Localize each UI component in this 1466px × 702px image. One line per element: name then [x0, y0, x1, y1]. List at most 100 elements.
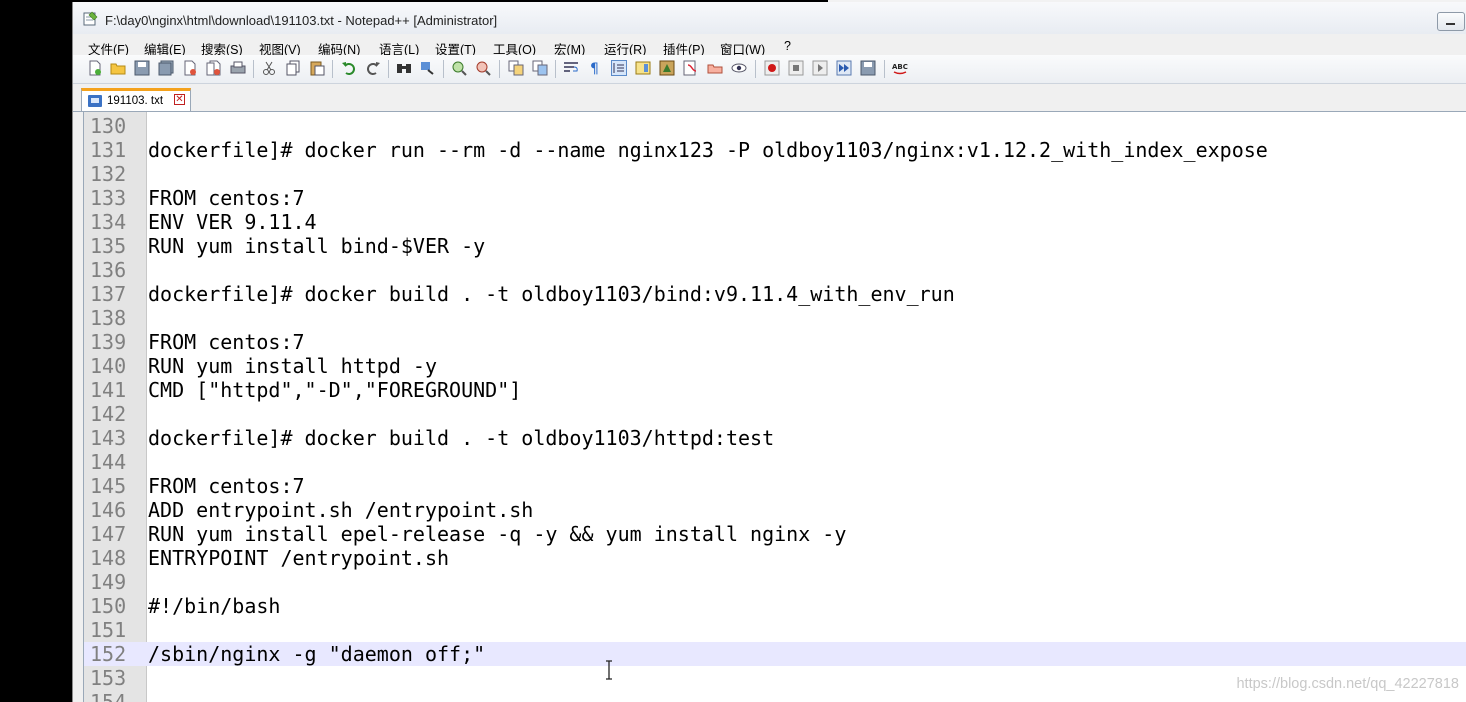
spellcheck-icon[interactable]: ABC	[892, 60, 908, 76]
zoom-out-icon[interactable]	[475, 60, 491, 76]
code-line[interactable]: 134 ENV VER 9.11.4	[84, 210, 1466, 234]
line-number: 152	[90, 642, 127, 666]
play-macro-icon[interactable]	[812, 60, 828, 76]
copy-icon[interactable]	[285, 60, 301, 76]
code-line[interactable]: 151	[84, 618, 1466, 642]
save-macro-icon[interactable]	[860, 60, 876, 76]
tab-191103-txt[interactable]: 191103. txt ✕	[81, 88, 191, 111]
code-line[interactable]: 145 FROM centos:7	[84, 474, 1466, 498]
code-line[interactable]: 143 dockerfile]# docker build . -t oldboy…	[84, 426, 1466, 450]
sync-horizontal-icon[interactable]	[532, 60, 548, 76]
toolbar-separator	[755, 60, 756, 78]
save-icon[interactable]	[134, 60, 150, 76]
open-file-icon[interactable]	[110, 60, 126, 76]
zoom-in-icon[interactable]	[451, 60, 467, 76]
line-number: 147	[90, 522, 127, 546]
code-line[interactable]: 138	[84, 306, 1466, 330]
line-text[interactable]: FROM centos:7	[148, 330, 305, 354]
stop-macro-icon[interactable]	[788, 60, 804, 76]
show-all-chars-icon[interactable]: ¶	[587, 60, 603, 76]
line-text[interactable]: /sbin/nginx -g "daemon off;"	[148, 642, 485, 666]
toolbar-separator	[884, 60, 885, 78]
line-number: 139	[90, 330, 127, 354]
line-text[interactable]: #!/bin/bash	[148, 594, 280, 618]
folder-workspace-icon[interactable]	[683, 60, 699, 76]
code-line[interactable]: 146 ADD entrypoint.sh /entrypoint.sh	[84, 498, 1466, 522]
code-line[interactable]: 150 #!/bin/bash	[84, 594, 1466, 618]
line-text[interactable]: FROM centos:7	[148, 474, 305, 498]
code-line[interactable]: 144	[84, 450, 1466, 474]
line-text[interactable]: ENV VER 9.11.4	[148, 210, 317, 234]
print-icon[interactable]	[230, 60, 246, 76]
line-number: 141	[90, 378, 127, 402]
close-all-icon[interactable]	[206, 60, 222, 76]
code-line[interactable]: 142	[84, 402, 1466, 426]
doc-map-icon[interactable]	[635, 60, 651, 76]
code-line[interactable]: 141 CMD ["httpd","-D","FOREGROUND"]	[84, 378, 1466, 402]
toolbar-separator	[388, 60, 389, 78]
code-line[interactable]: 140 RUN yum install httpd -y	[84, 354, 1466, 378]
notepadpp-icon	[83, 11, 98, 26]
line-number: 154	[90, 690, 127, 702]
code-line[interactable]: 139 FROM centos:7	[84, 330, 1466, 354]
svg-text:¶: ¶	[590, 61, 599, 76]
record-macro-icon[interactable]	[764, 60, 780, 76]
line-number: 137	[90, 282, 127, 306]
minimize-button[interactable]	[1437, 12, 1465, 31]
line-number: 145	[90, 474, 127, 498]
line-number: 146	[90, 498, 127, 522]
line-number: 142	[90, 402, 127, 426]
word-wrap-icon[interactable]	[563, 60, 579, 76]
title-bar[interactable]: F:\day0\nginx\html\download\191103.txt -…	[73, 2, 1466, 34]
line-text[interactable]: dockerfile]# docker build . -t oldboy110…	[148, 282, 955, 306]
new-file-icon[interactable]	[87, 60, 103, 76]
code-line[interactable]: 137 dockerfile]# docker build . -t oldboy…	[84, 282, 1466, 306]
paste-icon[interactable]	[309, 60, 325, 76]
code-line[interactable]: 131 dockerfile]# docker run --rm -d --nam…	[84, 138, 1466, 162]
code-line[interactable]: 132	[84, 162, 1466, 186]
editor-area[interactable]: 130 131 dockerfile]# docker run --rm -d --…	[83, 112, 1466, 702]
line-number: 151	[90, 618, 127, 642]
line-text[interactable]: dockerfile]# docker build . -t oldboy110…	[148, 426, 774, 450]
line-text[interactable]: FROM centos:7	[148, 186, 305, 210]
watermark: https://blog.csdn.net/qq_42227818	[1236, 676, 1459, 692]
toolbar-separator	[499, 60, 500, 78]
redo-icon[interactable]	[365, 60, 381, 76]
line-text[interactable]: CMD ["httpd","-D","FOREGROUND"]	[148, 378, 521, 402]
menu-help[interactable]: ?	[784, 39, 791, 53]
file-saved-icon	[88, 95, 102, 107]
indent-guide-icon[interactable]	[611, 60, 627, 76]
line-number: 134	[90, 210, 127, 234]
save-all-icon[interactable]	[158, 60, 174, 76]
line-text[interactable]: RUN yum install bind-$VER -y	[148, 234, 485, 258]
line-text[interactable]: ENTRYPOINT /entrypoint.sh	[148, 546, 449, 570]
line-text[interactable]: RUN yum install httpd -y	[148, 354, 437, 378]
tab-close-icon[interactable]: ✕	[174, 94, 185, 105]
code-line[interactable]: 136	[84, 258, 1466, 282]
code-line[interactable]: 133 FROM centos:7	[84, 186, 1466, 210]
code-line[interactable]: 152/sbin/nginx -g "daemon off;"	[84, 642, 1466, 666]
sync-vertical-icon[interactable]	[508, 60, 524, 76]
code-line[interactable]: 130	[84, 114, 1466, 138]
code-line[interactable]: 148 ENTRYPOINT /entrypoint.sh	[84, 546, 1466, 570]
line-text[interactable]: ADD entrypoint.sh /entrypoint.sh	[148, 498, 533, 522]
close-icon[interactable]	[182, 60, 198, 76]
monitor-icon[interactable]	[707, 60, 723, 76]
code-line[interactable]: 147 RUN yum install epel-release -q -y &&…	[84, 522, 1466, 546]
line-number: 149	[90, 570, 127, 594]
line-text[interactable]: RUN yum install epel-release -q -y && yu…	[148, 522, 846, 546]
undo-icon[interactable]	[341, 60, 357, 76]
toolbar-separator	[555, 60, 556, 78]
line-text[interactable]: dockerfile]# docker run --rm -d --name n…	[148, 138, 1268, 162]
code-line[interactable]: 135 RUN yum install bind-$VER -y	[84, 234, 1466, 258]
line-number: 138	[90, 306, 127, 330]
find-icon[interactable]	[396, 60, 412, 76]
line-number: 143	[90, 426, 127, 450]
run-macro-multiple-icon[interactable]	[836, 60, 852, 76]
line-number: 135	[90, 234, 127, 258]
function-list-icon[interactable]	[659, 60, 675, 76]
cut-icon[interactable]	[261, 60, 277, 76]
replace-icon[interactable]	[420, 60, 436, 76]
code-line[interactable]: 149	[84, 570, 1466, 594]
eye-icon[interactable]	[731, 60, 747, 76]
